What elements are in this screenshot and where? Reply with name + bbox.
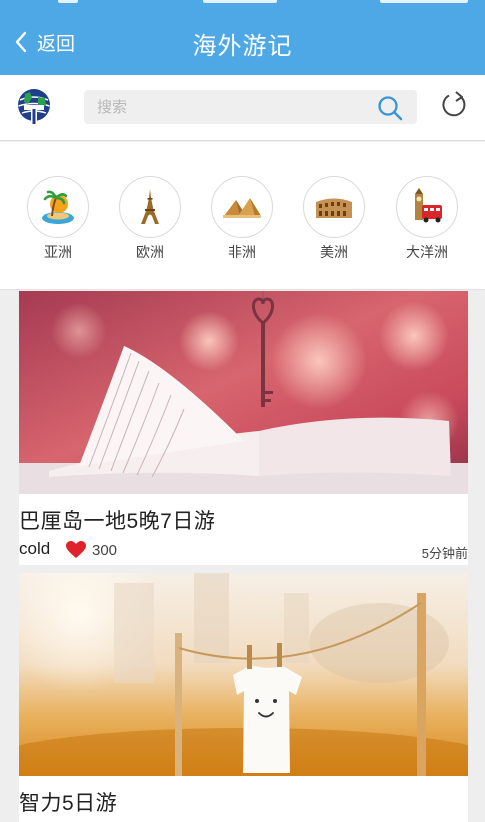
post-time: 5分钟前 [421, 546, 468, 561]
continent-africa[interactable]: 非洲 [209, 176, 275, 262]
open-book-with-key-photo [19, 291, 468, 494]
post-title[interactable]: 巴厘岛一地5晚7日游 [19, 505, 215, 535]
status-bar-remnant [0, 0, 485, 6]
continent-americas-circle [303, 176, 365, 238]
travel-post-card[interactable]: 巴厘岛一地5晚7日游 cold 300 5分钟前 [19, 291, 468, 565]
search-input[interactable] [84, 90, 364, 124]
like-count: 300 [92, 542, 118, 559]
continent-asia[interactable]: 亚洲 [25, 176, 91, 262]
continent-europe-circle [119, 176, 181, 238]
continent-oceania-circle [396, 176, 458, 238]
continent-americas[interactable]: 美洲 [301, 176, 367, 262]
continent-oceania[interactable]: 大洋洲 [394, 176, 460, 262]
post-photo[interactable] [19, 573, 468, 776]
continent-label: 欧洲 [136, 244, 164, 260]
post-photo[interactable] [19, 291, 468, 494]
palm-island-icon [42, 190, 74, 224]
page-title: 海外游记 [192, 33, 293, 60]
continent-label: 美洲 [320, 244, 348, 260]
continent-africa-circle [211, 176, 273, 238]
continent-label: 非洲 [228, 244, 256, 260]
post-author[interactable]: cold [19, 539, 50, 559]
continent-filter: 亚洲 欧洲 非洲 美洲 大洋洲 [0, 142, 485, 290]
eiffel-tower-icon [141, 189, 159, 224]
refresh-icon[interactable] [441, 89, 469, 119]
travel-post-card[interactable]: 智力5日游 [19, 573, 468, 822]
continent-asia-circle [27, 176, 89, 238]
continent-label: 亚洲 [44, 244, 72, 260]
heart-icon[interactable] [66, 541, 86, 559]
pyramids-icon [223, 198, 261, 218]
search-header [0, 75, 485, 141]
globe-logo-icon [18, 89, 50, 124]
shirt-on-clothesline-photo [19, 573, 468, 776]
big-ben-bus-icon [415, 188, 442, 223]
continent-europe[interactable]: 欧洲 [117, 176, 183, 262]
nav-bar: 返回 海外游记 [0, 0, 485, 75]
search-icon[interactable] [377, 95, 403, 121]
search-box [84, 90, 417, 124]
post-title[interactable]: 智力5日游 [19, 787, 117, 817]
colosseum-icon [316, 198, 352, 218]
continent-label: 大洋洲 [406, 244, 448, 260]
